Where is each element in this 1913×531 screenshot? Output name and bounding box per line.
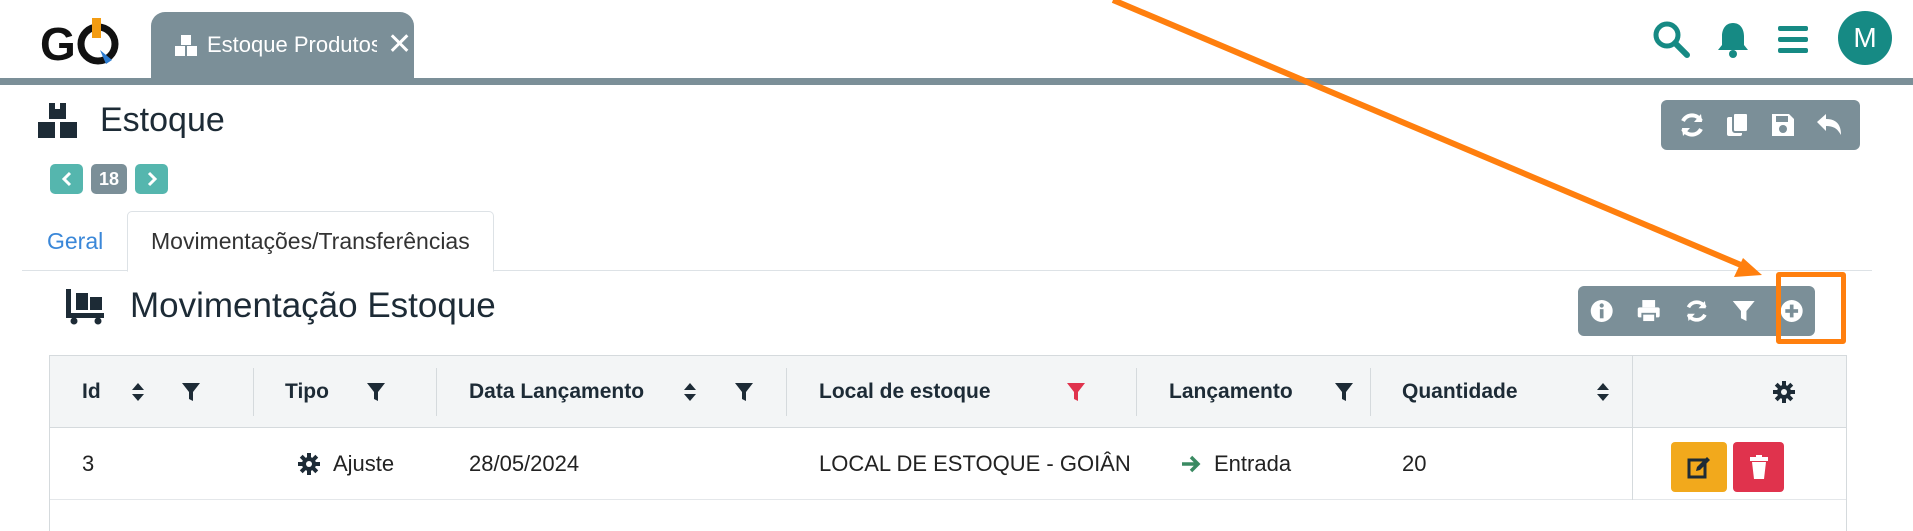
cell-tipo-text: Ajuste bbox=[333, 451, 395, 476]
page-header: Estoque bbox=[36, 100, 225, 140]
tab-geral[interactable]: Geral bbox=[47, 211, 103, 271]
boxes-icon bbox=[175, 35, 197, 56]
top-bar: G Estoque Produtos ✕ M bbox=[0, 0, 1913, 78]
record-count-badge: 18 bbox=[91, 164, 128, 194]
cell-id: 3 bbox=[82, 451, 95, 476]
filter-icon[interactable] bbox=[181, 381, 201, 403]
bell-icon[interactable] bbox=[1712, 18, 1754, 60]
column-data-lancamento: Data Lançamento bbox=[469, 356, 644, 428]
cell-local: LOCAL DE ESTOQUE - GOIÂN bbox=[819, 451, 1131, 476]
gear-icon[interactable] bbox=[1772, 380, 1796, 404]
column-quantidade: Quantidade bbox=[1402, 356, 1518, 428]
chevron-right-icon bbox=[147, 171, 157, 187]
info-icon[interactable] bbox=[1588, 296, 1615, 326]
movements-table: Id Tipo Data Lançamento Local de estoque… bbox=[49, 355, 1847, 531]
section-title: Movimentação Estoque bbox=[130, 286, 496, 325]
refresh-icon[interactable] bbox=[1683, 296, 1710, 326]
gear-icon bbox=[298, 453, 320, 475]
sort-icon[interactable] bbox=[680, 381, 700, 403]
boxes-icon bbox=[38, 103, 77, 138]
column-lancamento-label: Lançamento bbox=[1169, 380, 1293, 403]
refresh-icon[interactable] bbox=[1677, 110, 1707, 140]
column-divider bbox=[1632, 428, 1633, 500]
avatar[interactable]: M bbox=[1838, 11, 1892, 65]
undo-icon[interactable] bbox=[1814, 110, 1844, 140]
sort-icon[interactable] bbox=[1593, 381, 1613, 403]
column-tipo-label: Tipo bbox=[285, 380, 329, 403]
previous-record-button[interactable] bbox=[50, 164, 83, 194]
trash-icon bbox=[1749, 455, 1768, 479]
table-empty-area bbox=[50, 500, 1846, 531]
column-data-label: Data Lançamento bbox=[469, 380, 645, 403]
column-tipo: Tipo bbox=[285, 356, 329, 428]
filter-icon[interactable] bbox=[366, 381, 386, 403]
app-logo[interactable]: G bbox=[40, 14, 130, 70]
cell-quantidade: 20 bbox=[1402, 451, 1427, 476]
table-row[interactable]: 3 Ajuste 28/05/2024 LOCAL DE ESTOQUE - G… bbox=[50, 428, 1846, 500]
filter-icon[interactable] bbox=[734, 381, 754, 403]
edit-button[interactable] bbox=[1671, 442, 1727, 492]
table-header: Id Tipo Data Lançamento Local de estoque… bbox=[50, 356, 1846, 428]
filter-icon[interactable] bbox=[1334, 381, 1354, 403]
column-id-label: Id bbox=[82, 380, 101, 403]
record-toolbar bbox=[1661, 100, 1860, 150]
filter-active-icon[interactable] bbox=[1066, 381, 1086, 403]
column-local-estoque: Local de estoque bbox=[819, 356, 991, 428]
column-divider bbox=[253, 368, 254, 416]
chevron-left-icon bbox=[61, 171, 71, 187]
svg-text:G: G bbox=[40, 18, 76, 70]
tab-close-icon[interactable]: ✕ bbox=[387, 30, 412, 60]
grid-toolbar bbox=[1578, 286, 1815, 336]
column-lancamento: Lançamento bbox=[1169, 356, 1293, 428]
cell-lancamento: Entrada bbox=[1180, 428, 1291, 500]
column-divider bbox=[1632, 356, 1633, 428]
record-pager: 18 bbox=[50, 164, 169, 194]
column-quantidade-label: Quantidade bbox=[1402, 380, 1518, 403]
cell-lancamento-text: Entrada bbox=[1214, 451, 1292, 476]
column-id: Id bbox=[82, 356, 101, 428]
cell-tipo: Ajuste bbox=[297, 428, 394, 500]
cell-data: 28/05/2024 bbox=[469, 451, 580, 476]
tab-movimentacoes[interactable]: Movimentações/Transferências bbox=[127, 211, 494, 272]
delete-button[interactable] bbox=[1733, 442, 1784, 492]
add-circle-icon[interactable] bbox=[1778, 296, 1805, 326]
avatar-initial: M bbox=[1853, 22, 1877, 53]
top-bar-divider bbox=[0, 78, 1913, 85]
column-divider bbox=[1136, 368, 1137, 416]
print-icon[interactable] bbox=[1635, 296, 1662, 326]
section-header: Movimentação Estoque bbox=[64, 286, 496, 326]
detail-tabs: Geral Movimentações/Transferências bbox=[22, 211, 1872, 272]
menu-icon[interactable] bbox=[1772, 18, 1814, 60]
tab-label: Estoque Produtos bbox=[207, 32, 377, 57]
search-icon[interactable] bbox=[1650, 18, 1692, 60]
tab-estoque-produtos[interactable]: Estoque Produtos ✕ bbox=[151, 12, 414, 78]
edit-icon bbox=[1687, 457, 1710, 479]
pallet-cart-icon bbox=[66, 289, 104, 325]
sort-icon[interactable] bbox=[128, 381, 148, 403]
column-divider bbox=[786, 368, 787, 416]
column-local-label: Local de estoque bbox=[819, 380, 991, 403]
page-title: Estoque bbox=[100, 100, 225, 139]
arrow-right-icon bbox=[1182, 455, 1201, 473]
copy-icon[interactable] bbox=[1723, 110, 1753, 140]
filter-icon[interactable] bbox=[1730, 296, 1757, 326]
column-divider bbox=[436, 368, 437, 416]
next-record-button[interactable] bbox=[135, 164, 169, 194]
save-icon[interactable] bbox=[1768, 110, 1798, 140]
column-divider bbox=[1370, 368, 1371, 416]
